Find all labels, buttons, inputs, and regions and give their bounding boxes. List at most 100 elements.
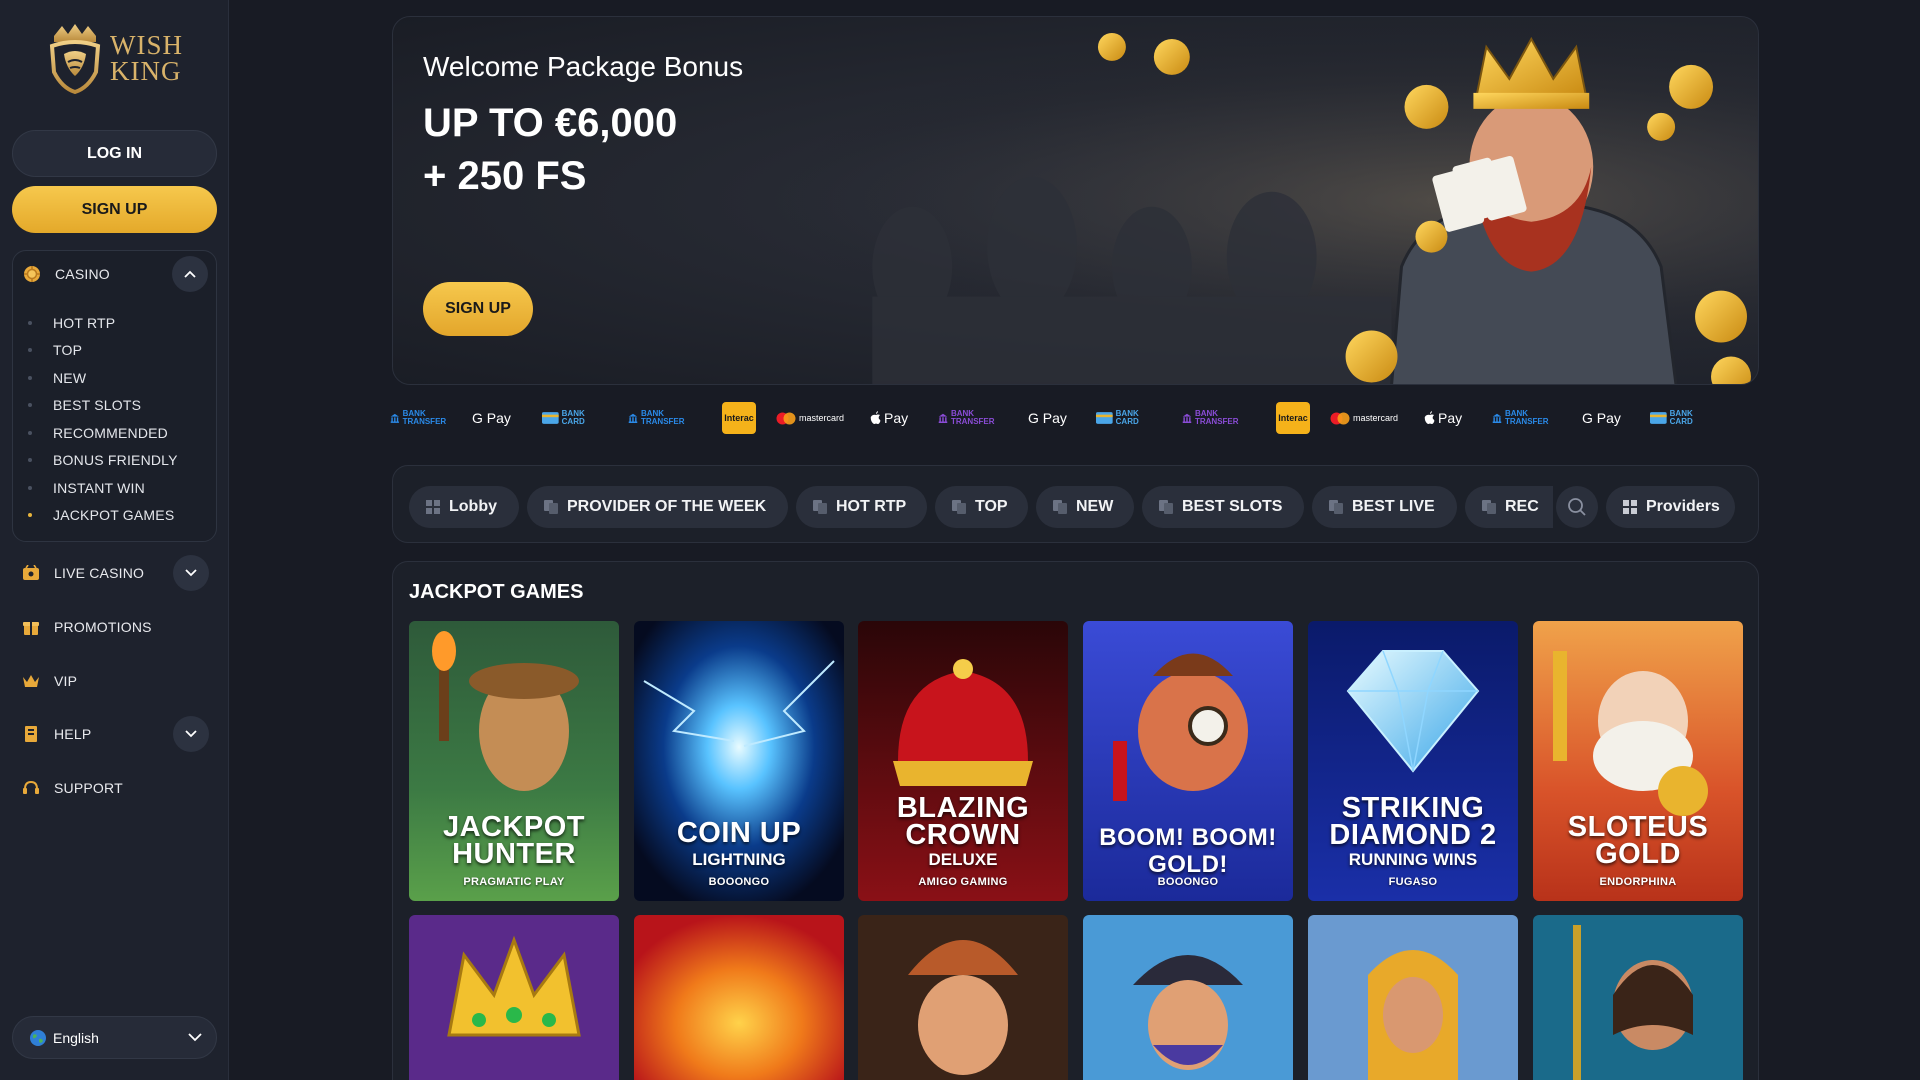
providers-button[interactable]: Providers (1606, 486, 1735, 528)
tab-lobby[interactable]: Lobby (409, 486, 519, 528)
submenu-item-recommended[interactable]: RECOMMENDED (13, 419, 216, 447)
game-tile[interactable] (1308, 915, 1518, 1080)
submenu-label: INSTANT WIN (53, 479, 145, 496)
game-tile-sloteus-gold[interactable]: SLOTEUS GOLD ENDORPHINA (1533, 621, 1743, 901)
submenu-item-new[interactable]: NEW (13, 364, 216, 392)
game-tile[interactable] (858, 915, 1068, 1080)
mastercard-icon: mastercard (776, 400, 850, 436)
brand-logo[interactable]: WISH KING (46, 22, 186, 94)
bullet (28, 485, 32, 490)
crown-icon (21, 671, 41, 691)
game-title: JACKPOT HUNTER (442, 811, 586, 870)
game-title: SLOTEUS GOLD (1567, 811, 1709, 870)
tab-best-slots[interactable]: BEST SLOTS (1142, 486, 1304, 528)
sidebar-item-support[interactable]: SUPPORT (12, 766, 217, 810)
sidebar-item-live-casino[interactable]: LIVE CASINO (12, 551, 217, 595)
game-tile-boom-boom-gold[interactable]: BOOM! BOOM! GOLD! BOOONGO (1083, 621, 1293, 901)
submenu-label: RECOMMENDED (53, 424, 168, 441)
help-expand-button[interactable] (173, 716, 209, 752)
google-pay-icon: G Pay (472, 400, 522, 436)
bank-transfer-icon: BANK TRANSFER (1182, 400, 1244, 436)
payment-label: BANK TRANSFER (402, 409, 447, 426)
payment-label: mastercard (799, 413, 845, 423)
submenu-item-hot-rtp[interactable]: HOT RTP (13, 309, 216, 337)
chevron-down-icon (185, 569, 197, 577)
sidebar-item-help[interactable]: HELP (12, 712, 217, 756)
category-bar: Lobby PROVIDER OF THE WEEK HOT RTP TOP N… (392, 465, 1759, 543)
tab-label: BEST LIVE (1352, 498, 1435, 515)
game-provider: BOOONGO (1157, 876, 1219, 888)
cards-icon (1053, 500, 1067, 514)
casino-collapse-button[interactable] (172, 256, 208, 292)
game-tile-blazing-crown[interactable]: BLAZING CROWN DELUXE AMIGO GAMING (858, 621, 1068, 901)
bank-transfer-icon: BANK TRANSFER (390, 400, 450, 436)
promotions-label: PROMOTIONS (54, 619, 152, 635)
casino-menu-header[interactable]: CASINO (13, 251, 216, 297)
sidebar-item-vip[interactable]: VIP (12, 659, 217, 703)
tab-hot-rtp[interactable]: HOT RTP (796, 486, 927, 528)
apple-pay-icon: Pay (870, 400, 914, 436)
submenu-item-best-slots[interactable]: BEST SLOTS (13, 392, 216, 420)
game-tile-jackpot-hunter[interactable]: JACKPOT HUNTER PRAGMATIC PLAY (409, 621, 619, 901)
submenu-label: JACKPOT GAMES (53, 507, 175, 524)
bank-transfer-icon: BANK TRANSFER (938, 400, 1000, 436)
signup-button[interactable]: SIGN UP (12, 186, 217, 233)
chevron-down-icon (188, 1033, 202, 1042)
live-casino-expand-button[interactable] (173, 555, 209, 591)
cards-icon (1329, 500, 1343, 514)
page-scrollbar[interactable] (1914, 0, 1920, 1080)
mastercard-icon: mastercard (1330, 400, 1404, 436)
google-pay-icon: G Pay (1028, 400, 1078, 436)
submenu-item-instant-win[interactable]: INSTANT WIN (13, 474, 216, 502)
game-tile-coin-up[interactable]: COIN UP LIGHTNING BOOONGO (634, 621, 844, 901)
sidebar-item-promotions[interactable]: PROMOTIONS (12, 605, 217, 649)
cards-icon (813, 500, 827, 514)
submenu-item-top[interactable]: TOP (13, 337, 216, 365)
game-provider: FUGASO (1388, 876, 1438, 888)
banner-signup-button[interactable]: SIGN UP (423, 282, 533, 336)
payment-label: BANK CARD (1115, 409, 1139, 426)
submenu-item-jackpot-games[interactable]: JACKPOT GAMES (13, 502, 216, 530)
payment-label: BANK TRANSFER (1194, 409, 1239, 426)
gnome-game-art (858, 915, 1068, 1080)
game-tile[interactable] (409, 915, 619, 1080)
bullet (28, 458, 32, 463)
tab-label: PROVIDER OF THE WEEK (567, 498, 767, 515)
payment-label: BANK CARD (1669, 409, 1693, 426)
banner-free-spins: + 250 FS (423, 154, 587, 198)
game-provider: AMIGO GAMING (918, 876, 1008, 888)
tab-provider-of-the-week[interactable]: PROVIDER OF THE WEEK (527, 486, 788, 528)
bullet (28, 375, 32, 380)
tab-label: BEST SLOTS (1182, 498, 1283, 515)
language-selector[interactable]: English (12, 1016, 217, 1059)
chevron-up-icon (184, 270, 196, 278)
tab-label: REC (1505, 498, 1539, 515)
bullet (28, 320, 32, 325)
game-tile[interactable] (634, 915, 844, 1080)
bank-card-icon: BANK CARD (1096, 400, 1156, 436)
login-button[interactable]: LOG IN (12, 130, 217, 177)
tab-new[interactable]: NEW (1036, 486, 1134, 528)
search-button[interactable] (1556, 486, 1598, 528)
tab-label: HOT RTP (836, 498, 907, 515)
casino-chip-icon (22, 264, 42, 284)
bank-transfer-icon: BANK TRANSFER (628, 400, 690, 436)
sidebar: WISH KING LOG IN SIGN UP CASINO HOT RTP … (0, 0, 229, 1080)
tab-best-live[interactable]: BEST LIVE (1312, 486, 1457, 528)
tab-top[interactable]: TOP (935, 486, 1028, 528)
submenu-label: BONUS FRIENDLY (53, 452, 178, 469)
game-tile[interactable] (1533, 915, 1743, 1080)
cards-icon (952, 500, 966, 514)
submenu-item-bonus-friendly[interactable]: BONUS FRIENDLY (13, 447, 216, 475)
google-pay-icon: G Pay (1582, 400, 1632, 436)
casino-submenu: HOT RTP TOP NEW BEST SLOTS RECOMMENDED B… (13, 309, 216, 529)
game-provider: PRAGMATIC PLAY (463, 876, 565, 888)
vip-label: VIP (54, 673, 78, 689)
submenu-label: TOP (53, 342, 83, 359)
game-tile-striking-diamond-2[interactable]: STRIKING DIAMOND 2 RUNNING WINS FUGASO (1308, 621, 1518, 901)
banner-subtitle: Welcome Package Bonus (423, 51, 744, 82)
game-subtitle: LIGHTNING (692, 850, 786, 869)
support-label: SUPPORT (54, 780, 123, 796)
game-tile[interactable] (1083, 915, 1293, 1080)
tab-recommended[interactable]: REC (1465, 486, 1553, 528)
